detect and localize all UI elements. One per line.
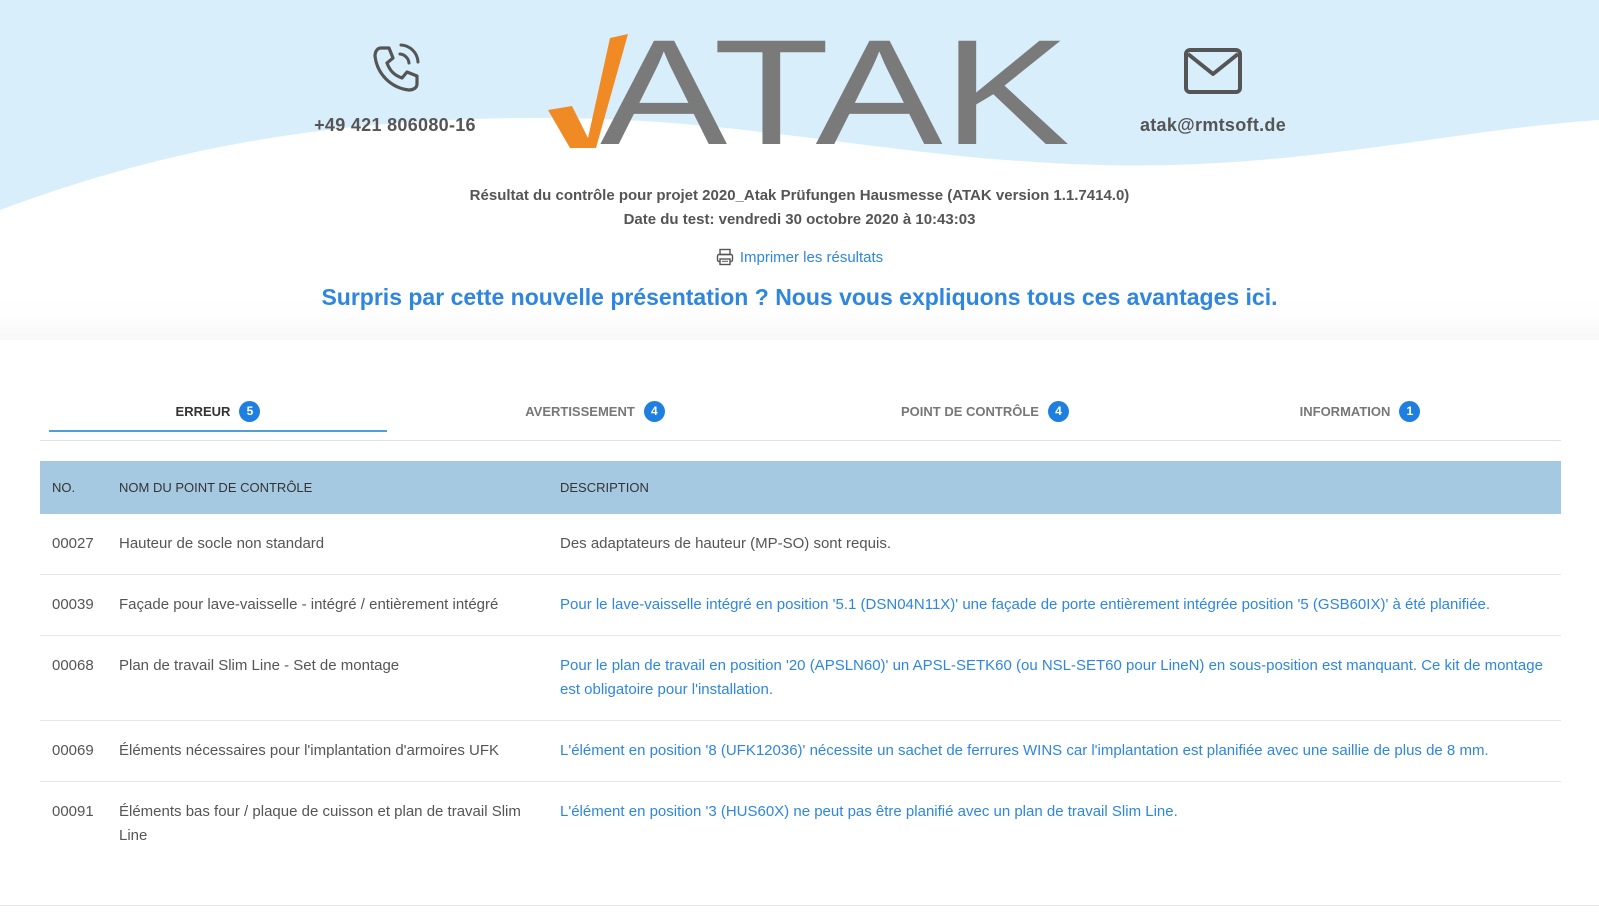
promo-link[interactable]: Surpris par cette nouvelle présentation … xyxy=(0,284,1599,311)
column-header-no[interactable]: NO. xyxy=(40,461,107,514)
table-row[interactable]: 00091 Éléments bas four / plaque de cuis… xyxy=(40,782,1561,867)
tab-label: ERREUR xyxy=(175,403,231,419)
column-header-name[interactable]: NOM DU POINT DE CONTRÔLE xyxy=(107,461,548,514)
table-header-row: NO. NOM DU POINT DE CONTRÔLE DESCRIPTION xyxy=(40,461,1561,514)
cell-no: 00039 xyxy=(40,574,107,636)
count-badge: 4 xyxy=(1047,400,1069,422)
print-results-label[interactable]: Imprimer les résultats xyxy=(740,249,883,266)
table-row[interactable]: 00069 Éléments nécessaires pour l'implan… xyxy=(40,720,1561,782)
count-badge: 1 xyxy=(1399,400,1421,422)
column-header-description[interactable]: DESCRIPTION xyxy=(548,461,1561,514)
tab-label: INFORMATION xyxy=(1299,403,1391,419)
tab-avertissement[interactable]: AVERTISSEMENT 4 xyxy=(440,392,750,430)
printer-icon xyxy=(716,248,734,266)
tab-erreur[interactable]: ERREUR 5 xyxy=(49,392,387,432)
cell-name: Éléments nécessaires pour l'implantation… xyxy=(107,720,548,782)
result-summary: Résultat du contrôle pour projet 2020_At… xyxy=(469,187,1130,204)
cell-description[interactable]: L'élément en position '3 (HUS60X) ne peu… xyxy=(548,782,1561,867)
count-badge: 5 xyxy=(239,400,261,422)
phone-contact: +49 421 806080-16 xyxy=(300,40,490,136)
cell-name: Éléments bas four / plaque de cuisson et… xyxy=(119,803,521,844)
phone-icon xyxy=(373,43,420,92)
cell-no: 00027 xyxy=(40,514,107,575)
results-table: NO. NOM DU POINT DE CONTRÔLE DESCRIPTION… xyxy=(40,461,1561,866)
cell-no: 00068 xyxy=(40,635,107,721)
cell-description: Des adaptateurs de hauteur (MP-SO) sont … xyxy=(548,514,1561,575)
table-row[interactable]: 00027 Hauteur de socle non standard Des … xyxy=(40,514,1561,575)
cell-name: Hauteur de socle non standard xyxy=(107,514,548,575)
cell-description[interactable]: Pour le lave-vaisselle intégré en positi… xyxy=(548,574,1561,636)
cell-description[interactable]: L'élément en position '8 (UFK12036)' néc… xyxy=(548,720,1561,782)
footer-divider xyxy=(0,905,1599,906)
cell-name: Plan de travail Slim Line - Set de monta… xyxy=(107,635,548,721)
table-row[interactable]: 00039 Façade pour lave-vaisselle - intég… xyxy=(40,574,1561,636)
tab-label: POINT DE CONTRÔLE xyxy=(901,403,1039,419)
cell-no: 00091 xyxy=(52,803,94,820)
svg-text:ATAK: ATAK xyxy=(600,28,1070,158)
cell-name: Façade pour lave-vaisselle - intégré / e… xyxy=(107,574,548,636)
test-date: Date du test: vendredi 30 octobre 2020 à… xyxy=(623,211,976,228)
email-address[interactable]: atak@rmtsoft.de xyxy=(1118,115,1308,136)
tab-point-de-controle[interactable]: POINT DE CONTRÔLE 4 xyxy=(820,392,1150,430)
result-tabs: ERREUR 5 AVERTISSEMENT 4 POINT DE CONTRÔ… xyxy=(40,392,1561,441)
phone-number[interactable]: +49 421 806080-16 xyxy=(300,115,490,136)
envelope-icon xyxy=(1184,48,1242,94)
tab-label: AVERTISSEMENT xyxy=(525,403,635,419)
table-row[interactable]: 00068 Plan de travail Slim Line - Set de… xyxy=(40,635,1561,721)
count-badge: 4 xyxy=(643,400,665,422)
cell-no: 00069 xyxy=(40,720,107,782)
tab-information[interactable]: INFORMATION 1 xyxy=(1210,392,1510,430)
email-contact: atak@rmtsoft.de xyxy=(1118,46,1308,136)
cell-description[interactable]: Pour le plan de travail en position '20 … xyxy=(548,635,1561,721)
atak-logo: ATAK xyxy=(548,28,1070,158)
print-results-link[interactable]: Imprimer les résultats xyxy=(0,248,1599,266)
